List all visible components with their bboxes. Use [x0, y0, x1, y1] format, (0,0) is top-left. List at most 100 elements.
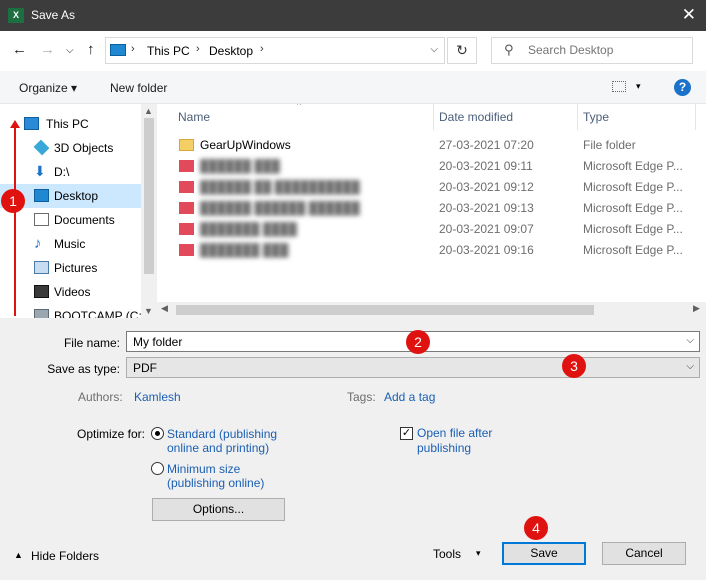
horizontal-scrollbar[interactable]: ◀ ▶ — [157, 302, 706, 318]
table-row[interactable]: ██████ ██ ██████████ 20-03-2021 09:12 Mi… — [157, 177, 706, 198]
chevron-down-icon[interactable]: ⌵ — [686, 335, 694, 346]
breadcrumb-this-pc[interactable]: This PC — [147, 44, 190, 58]
scrollbar-thumb[interactable] — [176, 305, 594, 315]
search-box[interactable]: ⚲ — [491, 37, 693, 64]
sidebar-item-label: BOOTCAMP (C:) — [54, 309, 146, 318]
table-row[interactable]: ██████ ███ 20-03-2021 09:11 Microsoft Ed… — [157, 156, 706, 177]
column-header-date[interactable]: Date modified — [439, 110, 513, 124]
open-after-line2[interactable]: publishing — [417, 441, 471, 455]
file-date: 20-03-2021 09:16 — [439, 243, 534, 257]
column-header-type[interactable]: Type — [583, 110, 609, 124]
breadcrumb-separator: › — [196, 43, 200, 55]
breadcrumb-separator: › — [260, 43, 264, 55]
minimum-option-line2[interactable]: (publishing online) — [167, 476, 264, 490]
close-icon[interactable]: ✕ — [682, 5, 696, 25]
standard-option-line2[interactable]: online and printing) — [167, 441, 269, 455]
cancel-button[interactable]: Cancel — [602, 542, 686, 565]
save-as-type-label: Save as type: — [47, 362, 120, 376]
scrollbar-thumb[interactable] — [144, 118, 154, 274]
file-type: Microsoft Edge P... — [583, 243, 683, 257]
address-bar[interactable]: › This PC › Desktop › ⌵ — [105, 37, 445, 64]
tags-value[interactable]: Add a tag — [384, 390, 435, 404]
sidebar-item-label: Music — [54, 237, 86, 251]
file-date: 27-03-2021 07:20 — [439, 138, 534, 152]
chevron-down-icon[interactable]: ▾ — [476, 548, 481, 559]
chevron-down-icon[interactable]: ⌵ — [686, 361, 694, 372]
save-button[interactable]: Save — [502, 542, 586, 565]
sidebar-item-label: Documents — [54, 213, 115, 227]
file-date: 20-03-2021 09:13 — [439, 201, 534, 215]
recent-locations-icon[interactable]: ⌵ — [66, 45, 74, 56]
file-name-value: My folder — [133, 335, 183, 349]
pdf-file-icon — [179, 181, 194, 193]
refresh-button[interactable]: ↻ — [447, 37, 477, 64]
table-row[interactable]: ███████ ███ 20-03-2021 09:16 Microsoft E… — [157, 240, 706, 261]
up-arrow-icon[interactable]: ↑ — [87, 41, 95, 58]
desktop-icon — [34, 189, 49, 202]
column-header-name[interactable]: Name — [178, 110, 210, 124]
sidebar-item-3d-objects[interactable]: 3D Objects — [0, 136, 141, 160]
file-name: ██████ ██ ██████████ — [200, 180, 360, 194]
scroll-up-icon[interactable]: ▲ — [144, 106, 153, 116]
sidebar-item-bootcamp[interactable]: BOOTCAMP (C:) — [0, 304, 146, 318]
chevron-down-icon[interactable]: ▾ — [636, 81, 641, 92]
scroll-right-icon[interactable]: ▶ — [693, 303, 700, 314]
open-after-publishing-checkbox[interactable]: ✓ — [400, 427, 413, 440]
search-input[interactable] — [528, 43, 688, 57]
navigation-bar: ← → ⌵ ↑ › This PC › Desktop › ⌵ ↻ ⚲ — [0, 31, 706, 71]
save-as-type-select[interactable]: PDF ⌵ — [126, 357, 700, 378]
chevron-up-icon[interactable]: ▲ — [14, 550, 23, 560]
sidebar-item-d-drive[interactable]: ⬇ D:\ — [0, 160, 141, 184]
excel-icon: X — [8, 8, 24, 23]
sidebar-scrollbar[interactable]: ▲ ▼ — [141, 104, 157, 318]
standard-option-line1[interactable]: Standard (publishing — [167, 427, 277, 441]
organize-button[interactable]: Organize ▾ — [19, 81, 77, 95]
breadcrumb-desktop[interactable]: Desktop — [209, 44, 253, 58]
sidebar-item-pictures[interactable]: Pictures — [0, 256, 141, 280]
options-button[interactable]: Options... — [152, 498, 285, 521]
sidebar-item-label: This PC — [46, 117, 89, 131]
column-divider[interactable] — [433, 104, 434, 130]
help-icon[interactable]: ? — [674, 79, 691, 96]
view-options-icon[interactable] — [612, 81, 626, 92]
sidebar-item-label: 3D Objects — [54, 141, 114, 155]
hide-folders-button[interactable]: Hide Folders — [31, 549, 99, 563]
sidebar-item-music[interactable]: ♪ Music — [0, 232, 141, 256]
download-drive-icon: ⬇ — [34, 163, 46, 179]
breadcrumb-separator: › — [131, 43, 135, 55]
sidebar-item-documents[interactable]: Documents — [0, 208, 141, 232]
sidebar-item-label: D:\ — [54, 165, 70, 179]
column-divider[interactable] — [695, 104, 696, 130]
annotation-badge-4: 4 — [524, 516, 548, 540]
authors-label: Authors: — [78, 390, 123, 404]
scroll-down-icon[interactable]: ▼ — [144, 306, 153, 316]
chevron-down-icon[interactable]: ⌵ — [430, 44, 438, 55]
authors-value[interactable]: Kamlesh — [134, 390, 181, 404]
table-row[interactable]: ██████ ██████ ██████ 20-03-2021 09:13 Mi… — [157, 198, 706, 219]
file-name: ██████ ███ — [200, 159, 280, 173]
table-row[interactable]: GearUpWindows 27-03-2021 07:20 File fold… — [157, 135, 706, 156]
tools-button[interactable]: Tools — [433, 547, 461, 561]
sidebar-item-videos[interactable]: Videos — [0, 280, 141, 304]
new-folder-button[interactable]: New folder — [110, 81, 167, 95]
back-arrow-icon[interactable]: ← — [12, 41, 27, 58]
file-date: 20-03-2021 09:07 — [439, 222, 534, 236]
column-divider[interactable] — [577, 104, 578, 130]
drive-icon — [34, 309, 49, 318]
table-row[interactable]: ███████ ████ 20-03-2021 09:07 Microsoft … — [157, 219, 706, 240]
file-type: Microsoft Edge P... — [583, 201, 683, 215]
sort-caret-icon: ^ — [297, 104, 302, 110]
navigation-pane: This PC 3D Objects ⬇ D:\ Desktop Documen… — [0, 104, 157, 318]
scroll-left-icon[interactable]: ◀ — [161, 303, 168, 314]
tags-label: Tags: — [347, 390, 376, 404]
sidebar-item-this-pc[interactable]: This PC — [0, 112, 141, 136]
standard-radio[interactable] — [151, 427, 164, 440]
minimum-size-radio[interactable] — [151, 462, 164, 475]
forward-arrow-icon[interactable]: → — [40, 41, 55, 58]
folder-icon — [179, 139, 194, 151]
minimum-option-line1[interactable]: Minimum size — [167, 462, 240, 476]
file-name: ███████ ████ — [200, 222, 297, 236]
open-after-line1[interactable]: Open file after — [417, 426, 492, 440]
file-type: Microsoft Edge P... — [583, 159, 683, 173]
pdf-file-icon — [179, 202, 194, 214]
